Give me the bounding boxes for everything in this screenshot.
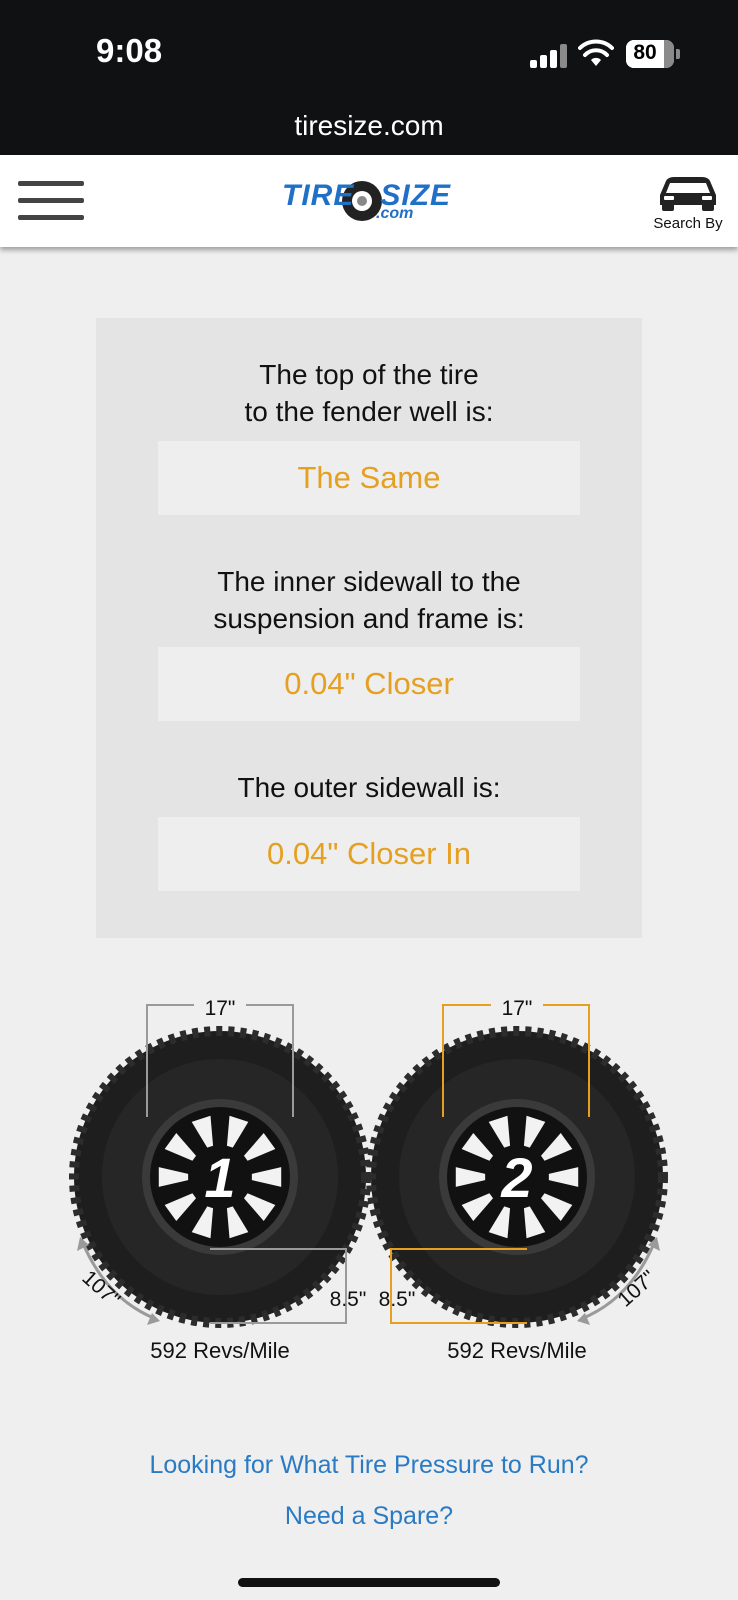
logo-dotcom: .com xyxy=(376,205,414,222)
hamburger-menu-icon[interactable] xyxy=(18,181,84,221)
tire-1-diagram: 1 17" 8.5" 107" xyxy=(69,993,371,1328)
battery-level: 80 xyxy=(633,41,657,64)
fender-question-line-1: The top of the tire xyxy=(259,359,479,390)
tire-2-wheel-diameter: 17" xyxy=(502,997,533,1020)
battery-icon: 80 xyxy=(626,40,674,68)
search-by-button[interactable]: Search By xyxy=(650,173,730,235)
tire-1-wheel-diameter: 17" xyxy=(205,997,236,1020)
fender-answer: The Same xyxy=(158,441,580,515)
inner-sidewall-question-line-1: The inner sidewall to the xyxy=(217,566,521,597)
inner-sidewall-answer: 0.04" Closer xyxy=(158,647,580,721)
tire-pressure-link[interactable]: Looking for What Tire Pressure to Run? xyxy=(0,1451,738,1480)
cellular-signal-icon xyxy=(530,44,570,68)
outer-sidewall-answer: 0.04" Closer In xyxy=(158,817,580,891)
wifi-icon xyxy=(578,39,614,66)
tire-2-diagram: 2 17" 8.5" 107" xyxy=(366,993,668,1328)
inner-sidewall-question-line-2: suspension and frame is: xyxy=(213,603,525,634)
logo-text: TIRE SIZE xyxy=(282,179,452,212)
address-bar-url[interactable]: tiresize.com xyxy=(0,110,738,142)
tiresize-logo[interactable]: TIRE SIZE .com xyxy=(280,173,460,231)
tire-1-number: 1 xyxy=(204,1146,235,1209)
search-by-label: Search By xyxy=(653,215,723,232)
home-indicator[interactable] xyxy=(238,1578,500,1587)
site-header: TIRE SIZE .com Search By xyxy=(0,155,738,247)
tire-diagrams: 1 17" 8.5" 107" 2 17" 8.5" 107" xyxy=(69,993,668,1328)
status-bar: 9:08 80 tiresize.com xyxy=(0,0,738,155)
tire-1-revs-per-mile: 592 Revs/Mile xyxy=(150,1338,290,1363)
tire-2-sidewall: 8.5" xyxy=(379,1288,416,1311)
tire-2-revs-per-mile: 592 Revs/Mile xyxy=(447,1338,587,1363)
car-icon xyxy=(660,177,716,211)
fender-question-line-2: to the fender well is: xyxy=(244,396,494,427)
tire-1-sidewall: 8.5" xyxy=(330,1288,367,1311)
outer-sidewall-question: The outer sidewall is: xyxy=(237,772,501,803)
status-time: 9:08 xyxy=(96,32,163,69)
tire-2-number: 2 xyxy=(500,1146,532,1209)
clearance-comparison-panel: The top of the tire to the fender well i… xyxy=(96,318,642,938)
need-a-spare-link[interactable]: Need a Spare? xyxy=(0,1502,738,1531)
